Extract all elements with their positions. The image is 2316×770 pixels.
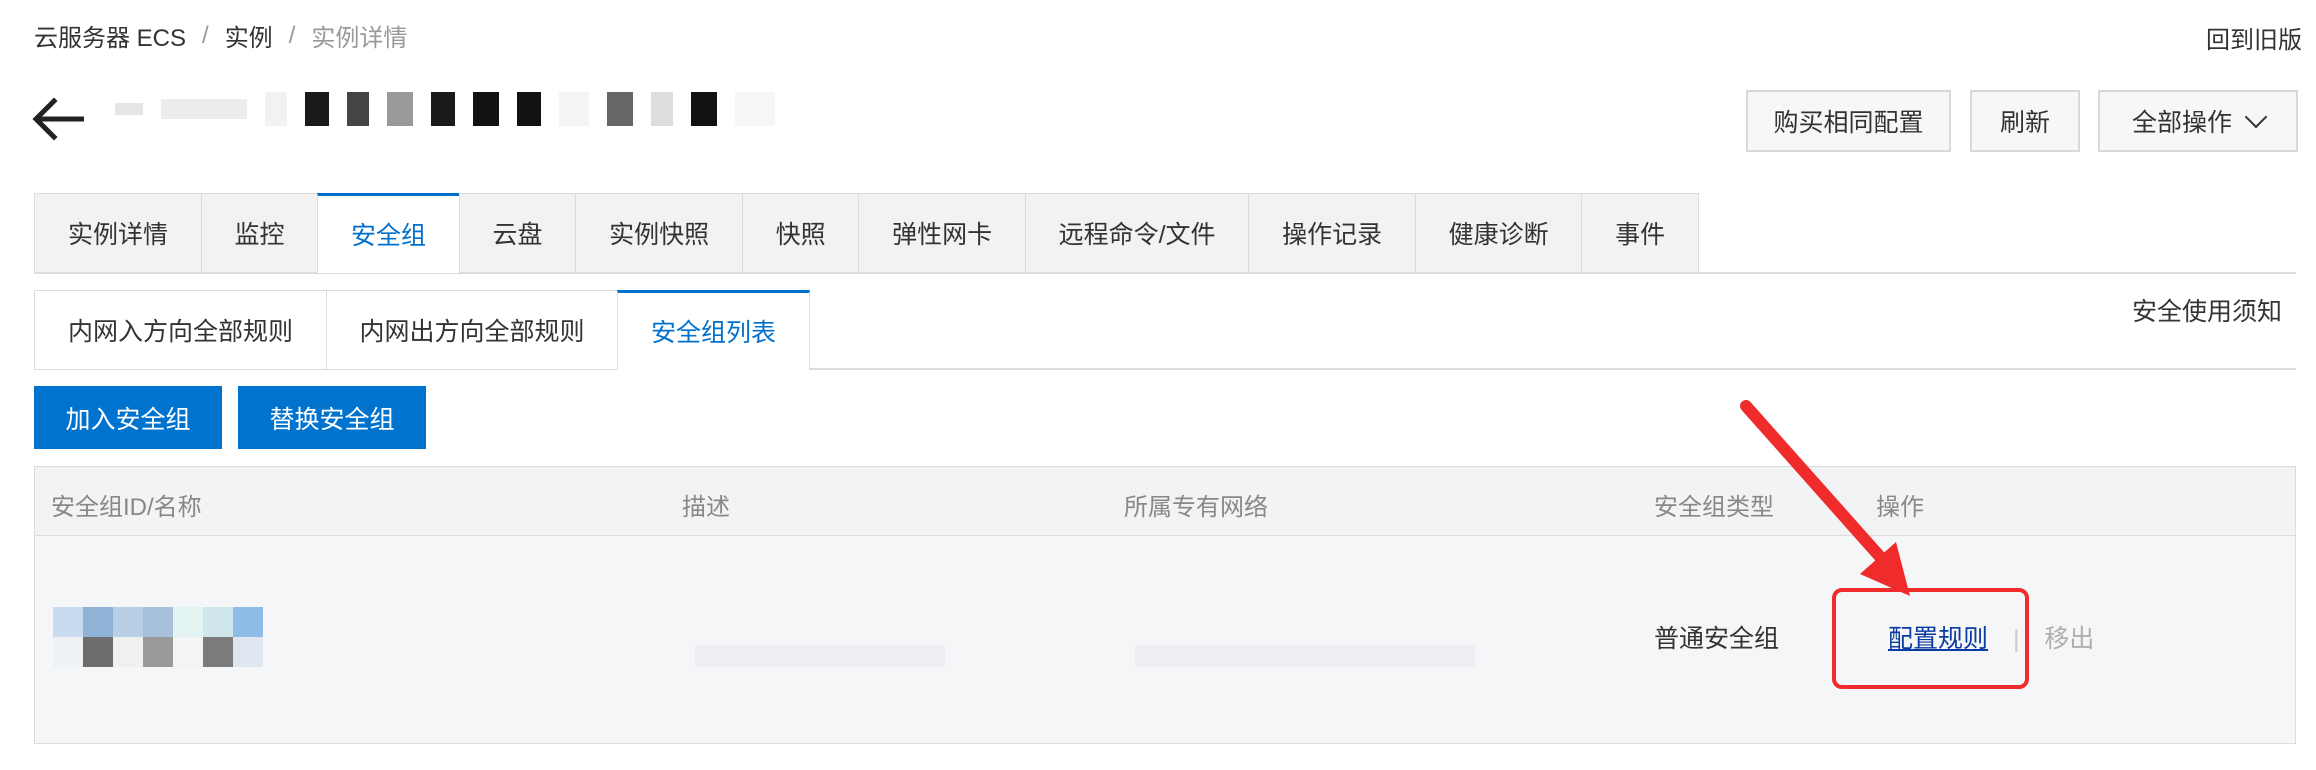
tab-health-diagnosis[interactable]: 健康诊断 <box>1414 193 1583 273</box>
remove-link[interactable]: 移出 <box>2044 625 2094 653</box>
chevron-down-icon <box>2244 105 2268 129</box>
column-header-vpc: 所属专有网络 <box>1124 494 1268 521</box>
arrow-left-icon[interactable] <box>32 96 84 142</box>
security-group-type: 普通安全组 <box>1654 625 1780 653</box>
buy-same-config-button[interactable]: 购买相同配置 <box>1746 90 1951 152</box>
tab-security-group[interactable]: 安全组 <box>317 193 461 273</box>
tab-outbound-rules[interactable]: 内网出方向全部规则 <box>325 290 619 370</box>
back-to-old-version-link[interactable]: 回到旧版 <box>2206 20 2302 55</box>
tab-security-group-list[interactable]: 安全组列表 <box>617 290 811 370</box>
column-header-id-name: 安全组ID/名称 <box>51 494 202 521</box>
security-notice-link[interactable]: 安全使用须知 <box>2132 292 2282 328</box>
breadcrumb-separator: / <box>202 21 209 49</box>
tab-operation-log[interactable]: 操作记录 <box>1248 193 1417 273</box>
breadcrumb-item-instances[interactable]: 实例 <box>225 18 273 53</box>
tab-eni[interactable]: 弹性网卡 <box>858 193 1027 273</box>
tab-instance-snapshot[interactable]: 实例快照 <box>575 193 744 273</box>
tab-remote-command[interactable]: 远程命令/文件 <box>1024 193 1250 273</box>
column-header-description: 描述 <box>682 494 730 521</box>
tab-inbound-rules[interactable]: 内网入方向全部规则 <box>34 290 328 370</box>
breadcrumb: 云服务器 ECS / 实例 / 实例详情 <box>34 18 407 53</box>
tab-cloud-disk[interactable]: 云盘 <box>458 193 577 273</box>
join-security-group-button[interactable]: 加入安全组 <box>34 386 222 449</box>
all-actions-label: 全部操作 <box>2131 109 2232 137</box>
description-redacted <box>695 645 945 667</box>
security-group-id-redacted <box>53 607 263 667</box>
tab-snapshot[interactable]: 快照 <box>741 193 860 273</box>
breadcrumb-item-current: 实例详情 <box>311 25 408 52</box>
sub-tabs: 内网入方向全部规则 内网出方向全部规则 安全组列表 <box>34 290 811 370</box>
tab-instance-details[interactable]: 实例详情 <box>34 193 203 273</box>
red-arrow-icon <box>1740 400 1910 596</box>
vpc-redacted <box>1135 645 1475 667</box>
refresh-button[interactable]: 刷新 <box>1970 90 2080 152</box>
breadcrumb-item-ecs[interactable]: 云服务器 ECS <box>34 18 186 53</box>
tab-events[interactable]: 事件 <box>1581 193 1700 273</box>
replace-security-group-button[interactable]: 替换安全组 <box>238 386 426 449</box>
main-tabs: 实例详情 监控 安全组 云盘 实例快照 快照 弹性网卡 远程命令/文件 操作记录… <box>34 193 1700 273</box>
breadcrumb-separator: / <box>288 21 296 49</box>
tab-monitoring[interactable]: 监控 <box>200 193 319 273</box>
all-actions-dropdown[interactable]: 全部操作 <box>2098 90 2298 152</box>
table-header: 安全组ID/名称 描述 所属专有网络 安全组类型 操作 <box>35 467 2295 536</box>
instance-title-redacted <box>115 92 775 126</box>
